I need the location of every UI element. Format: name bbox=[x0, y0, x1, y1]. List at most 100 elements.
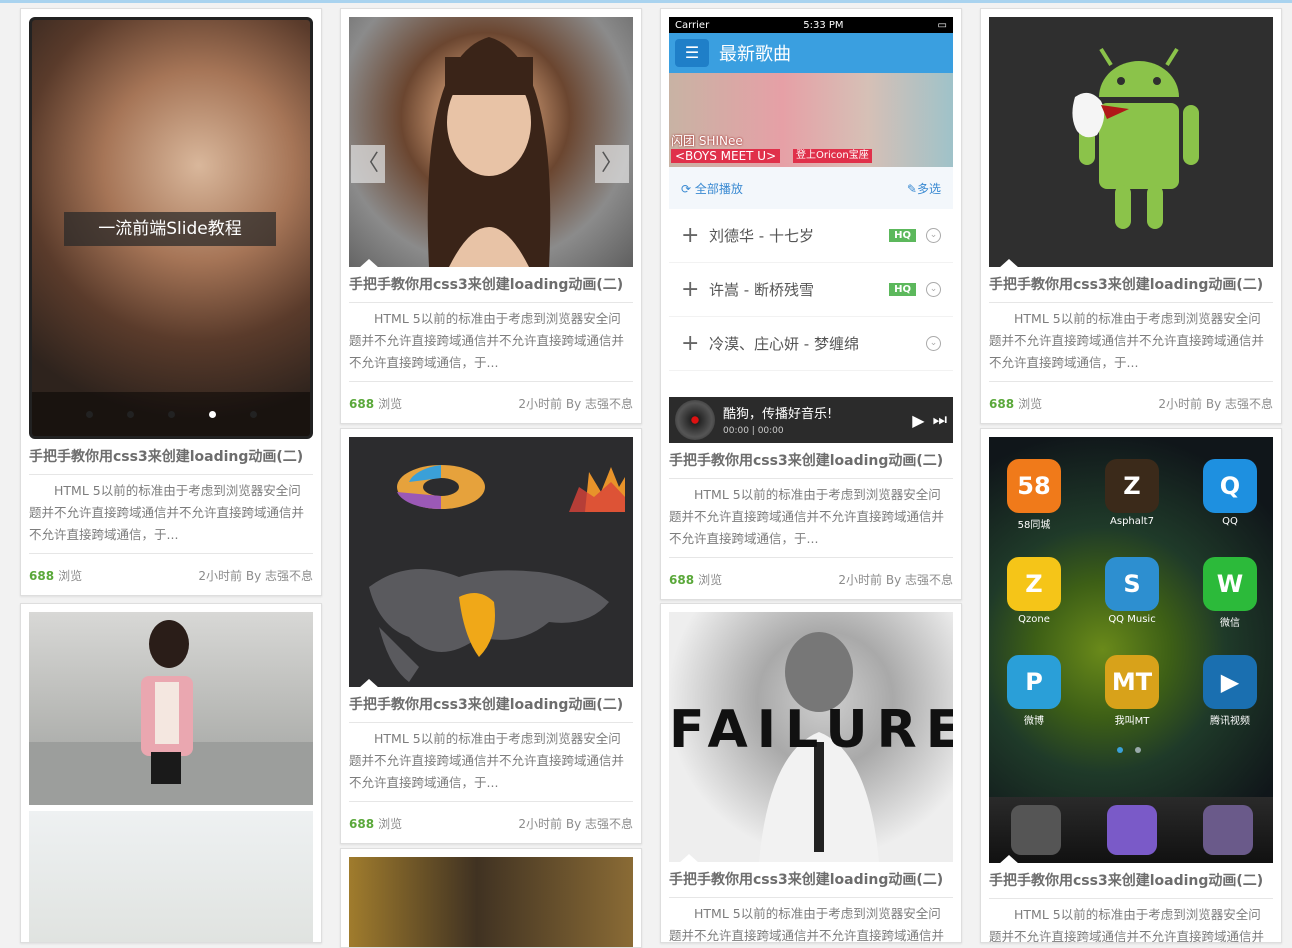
app-wechat-icon[interactable]: W 微信 bbox=[1203, 557, 1257, 629]
card-description: HTML 5以前的标准由于考虑到浏览器安全问题并不允许直接跨域通信并不允许直接跨… bbox=[349, 311, 625, 370]
page-dot bbox=[1135, 747, 1141, 753]
card-slide[interactable]: 一流前端Slide教程 手把手教你用css3来创建loading动画(二) HT… bbox=[20, 8, 322, 596]
hq-badge: HQ bbox=[889, 229, 916, 242]
divider bbox=[989, 898, 1273, 899]
failure-word: FAILURE bbox=[669, 700, 953, 760]
app-58-icon[interactable]: 58 58同城 bbox=[1007, 459, 1061, 531]
portrait-icon bbox=[427, 37, 551, 267]
card-description: HTML 5以前的标准由于考虑到浏览器安全问题并不允许直接跨域通信并不允许直接跨… bbox=[989, 907, 1265, 943]
card-phone-apps[interactable]: 58 58同城 Z Asphalt7 Q QQ Z Qzone S QQ Music W微… bbox=[980, 428, 1282, 943]
status-time: 5:33 PM bbox=[803, 19, 844, 31]
card-carousel[interactable]: 〈 〉 手把手教你用css3来创建loading动画(二) HTML 5以前的标… bbox=[340, 8, 642, 424]
app-weibo-icon[interactable]: P 微博 bbox=[1007, 655, 1061, 727]
status-bar: Carrier 5:33 PM ▭ bbox=[669, 17, 953, 33]
card-meta: 688 浏览 2小时前 By 志强不息 bbox=[349, 801, 633, 835]
view-count: 688 浏览 bbox=[349, 395, 402, 412]
soccer-photo[interactable] bbox=[349, 857, 633, 947]
post-info: 2小时前 By 志强不息 bbox=[1158, 396, 1273, 411]
multi-select-button[interactable]: ✎多选 bbox=[907, 180, 941, 197]
app-mt-icon[interactable]: MT 我叫MT bbox=[1105, 655, 1159, 727]
phone-home-screen[interactable]: 58 58同城 Z Asphalt7 Q QQ Z Qzone S QQ Music W微… bbox=[989, 437, 1273, 863]
add-icon: + bbox=[681, 331, 700, 356]
carousel-next-button[interactable]: 〉 bbox=[595, 145, 629, 183]
song-row[interactable]: + 许嵩 - 断桥残雪 HQ ⌄ bbox=[669, 263, 953, 317]
infographic-image[interactable] bbox=[349, 437, 633, 687]
video-app-icon[interactable] bbox=[1107, 805, 1157, 855]
divider bbox=[349, 302, 633, 303]
divider bbox=[669, 478, 953, 479]
card-description: HTML 5以前的标准由于考虑到浏览器安全问题并不允许直接跨域通信并不允许直接跨… bbox=[29, 483, 305, 542]
hq-badge: HQ bbox=[889, 283, 916, 296]
view-label: 浏览 bbox=[58, 568, 83, 583]
card-description: HTML 5以前的标准由于考虑到浏览器安全问题并不允许直接跨域通信并不允许直接跨… bbox=[669, 906, 945, 943]
app-title: 最新歌曲 bbox=[719, 44, 791, 65]
android-image[interactable] bbox=[989, 17, 1273, 267]
chevron-down-icon[interactable]: ⌄ bbox=[926, 228, 941, 243]
song-name: 刘德华 - 十七岁 bbox=[709, 227, 814, 245]
pin-notch-icon bbox=[999, 259, 1019, 267]
street-photo[interactable] bbox=[29, 612, 313, 805]
song-row[interactable]: + 刘德华 - 十七岁 HQ ⌄ bbox=[669, 209, 953, 263]
card-meta: 688 浏览 2小时前 By 志强不息 bbox=[669, 557, 953, 591]
carousel-image[interactable]: 〈 〉 bbox=[349, 17, 633, 267]
app-qq-icon[interactable]: Q QQ bbox=[1203, 459, 1257, 527]
card-title[interactable]: 手把手教你用css3来创建loading动画(二) bbox=[989, 870, 1273, 892]
app-tencent-video-icon[interactable]: ▶ 腾讯视频 bbox=[1203, 655, 1257, 727]
card-description: HTML 5以前的标准由于考虑到浏览器安全问题并不允许直接跨域通信并不允许直接跨… bbox=[989, 311, 1265, 370]
top-border bbox=[0, 0, 1292, 3]
camera-app-icon[interactable] bbox=[1011, 805, 1061, 855]
card-soccer[interactable] bbox=[340, 848, 642, 948]
app-qqmusic-icon[interactable]: S QQ Music bbox=[1105, 557, 1159, 625]
battery-icon: ▭ bbox=[937, 19, 947, 31]
card-failure[interactable]: FAILURE 手把手教你用css3来创建loading动画(二) HTML 5… bbox=[660, 603, 962, 943]
card-meta: 688 浏览 2小时前 By 志强不息 bbox=[29, 553, 313, 587]
app-asphalt-icon[interactable]: Z Asphalt7 bbox=[1105, 459, 1159, 527]
album-banner[interactable]: 闪团 SHINee <BOYS MEET U> 登上Oricon宝座 bbox=[669, 73, 953, 167]
card-infographic[interactable]: 手把手教你用css3来创建loading动画(二) HTML 5以前的标准由于考… bbox=[340, 428, 642, 844]
card-title[interactable]: 手把手教你用css3来创建loading动画(二) bbox=[669, 450, 953, 472]
pin-notch-icon bbox=[359, 679, 379, 687]
play-icon[interactable]: ▶ bbox=[912, 411, 924, 430]
card-title[interactable]: 手把手教你用css3来创建loading动画(二) bbox=[349, 694, 633, 716]
pin-notch-icon bbox=[999, 855, 1019, 863]
pin-notch-icon bbox=[679, 854, 699, 862]
street-photo-2[interactable] bbox=[29, 811, 313, 942]
song-name: 许嵩 - 断桥残雪 bbox=[709, 281, 814, 299]
slide-caption: 一流前端Slide教程 bbox=[64, 212, 276, 246]
failure-image[interactable]: FAILURE bbox=[669, 612, 953, 862]
menu-icon[interactable]: ☰ bbox=[675, 39, 709, 67]
carousel-prev-button[interactable]: 〈 bbox=[351, 145, 385, 183]
card-android[interactable]: 手把手教你用css3来创建loading动画(二) HTML 5以前的标准由于考… bbox=[980, 8, 1282, 424]
slide-dot[interactable] bbox=[167, 410, 175, 418]
add-icon: + bbox=[681, 223, 700, 248]
girl-figure-icon bbox=[29, 620, 313, 805]
view-count: 688 浏览 bbox=[669, 571, 722, 588]
banner-line2: <BOYS MEET U> bbox=[671, 149, 781, 163]
view-count: 688 浏览 bbox=[29, 567, 82, 584]
slide-dot[interactable] bbox=[249, 410, 257, 418]
chevron-down-icon[interactable]: ⌄ bbox=[926, 282, 941, 297]
next-track-icon[interactable]: ⏭ bbox=[933, 410, 947, 430]
card-title[interactable]: 手把手教你用css3来创建loading动画(二) bbox=[29, 446, 313, 468]
music-app-screen[interactable]: Carrier 5:33 PM ▭ ☰ 最新歌曲 闪团 SHINee <BOYS… bbox=[669, 17, 953, 443]
card-title[interactable]: 手把手教你用css3来创建loading动画(二) bbox=[349, 274, 633, 296]
post-info: 2小时前 By 志强不息 bbox=[838, 572, 953, 587]
chevron-down-icon[interactable]: ⌄ bbox=[926, 336, 941, 351]
song-row[interactable]: + 冷漠、庄心妍 - 梦缠绵 ⌄ bbox=[669, 317, 953, 371]
slide-dot-active[interactable] bbox=[208, 410, 216, 418]
card-title[interactable]: 手把手教你用css3来创建loading动画(二) bbox=[669, 869, 953, 891]
app-header: ☰ 最新歌曲 bbox=[669, 33, 953, 73]
card-description: HTML 5以前的标准由于考虑到浏览器安全问题并不允许直接跨域通信并不允许直接跨… bbox=[349, 731, 625, 790]
phone-dock bbox=[989, 797, 1273, 863]
slide-dot[interactable] bbox=[126, 410, 134, 418]
post-info: 2小时前 By 志强不息 bbox=[518, 396, 633, 411]
slide-image[interactable]: 一流前端Slide教程 bbox=[29, 17, 313, 439]
slide-dot[interactable] bbox=[85, 410, 93, 418]
play-all-button[interactable]: ⟳ 全部播放 bbox=[681, 180, 743, 197]
app-qzone-icon[interactable]: Z Qzone bbox=[1007, 557, 1061, 625]
card-title[interactable]: 手把手教你用css3来创建loading动画(二) bbox=[989, 274, 1273, 296]
card-music-app[interactable]: Carrier 5:33 PM ▭ ☰ 最新歌曲 闪团 SHINee <BOYS… bbox=[660, 8, 962, 600]
card-street-photo[interactable] bbox=[20, 603, 322, 943]
calculator-app-icon[interactable] bbox=[1203, 805, 1253, 855]
player-title: 酷狗，传播好音乐! bbox=[723, 407, 833, 422]
